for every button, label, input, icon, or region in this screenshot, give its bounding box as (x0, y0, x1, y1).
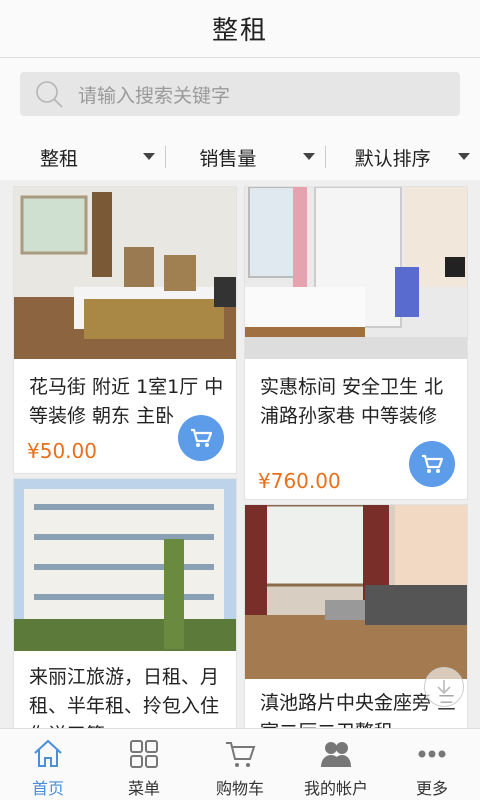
tab-menu-label: 菜单 (127, 779, 160, 798)
tab-cart[interactable]: 购物车 (192, 729, 288, 800)
search-bar-container: 请输入搜索关键字 (0, 58, 480, 134)
add-to-cart-button[interactable] (409, 441, 455, 487)
filter-sales[interactable]: 销售量 (165, 134, 324, 180)
more-icon (418, 750, 446, 758)
filter-rent-type[interactable]: 整租 (0, 134, 165, 180)
cart-icon (191, 428, 213, 447)
filter-sales-label: 销售量 (199, 147, 257, 170)
listing-photo (14, 479, 236, 651)
scroll-down-button[interactable] (424, 667, 464, 707)
listing-grid: 花马街 附近 1室1厅 中等装修 朝东 主卧 ¥50.00 实惠标间 安全卫生 … (0, 180, 480, 728)
filter-sort-label: 默认排序 (354, 147, 431, 170)
listing-price: ¥760.00 (258, 469, 341, 493)
filter-sort[interactable]: 默认排序 (324, 134, 480, 180)
chevron-down-icon (143, 153, 156, 160)
page-title: 整租 (211, 16, 268, 46)
tab-account[interactable]: 我的帐户 (288, 729, 384, 800)
listing-photo (14, 187, 236, 359)
tab-home[interactable]: 首页 (0, 729, 96, 800)
listing-card[interactable]: 花马街 附近 1室1厅 中等装修 朝东 主卧 ¥50.00 (13, 186, 237, 474)
cart-icon (422, 454, 444, 473)
tab-account-label: 我的帐户 (303, 779, 368, 798)
listing-title: 来丽江旅游，日租、月租、半年租、拎包入住你说了算 (29, 666, 220, 728)
filter-rent-type-label: 整租 (40, 147, 79, 170)
app-header: 整租 (0, 0, 480, 58)
tab-cart-label: 购物车 (215, 779, 264, 798)
search-icon (34, 79, 64, 109)
listing-photo (245, 505, 467, 679)
tab-more[interactable]: 更多 (384, 729, 480, 800)
cart-icon (226, 742, 256, 767)
chevron-down-icon (457, 153, 470, 160)
search-placeholder: 请输入搜索关键字 (78, 84, 231, 107)
tab-more-label: 更多 (415, 779, 448, 798)
listing-card[interactable]: 来丽江旅游，日租、月租、半年租、拎包入住你说了算 (13, 478, 237, 728)
home-icon (34, 739, 62, 767)
listing-photo (245, 187, 467, 359)
add-to-cart-button[interactable] (178, 415, 224, 461)
bottom-tab-bar: 首页 菜单 购物车 我的帐户 更多 (0, 728, 480, 800)
grid-icon (130, 740, 158, 768)
search-input[interactable]: 请输入搜索关键字 (20, 72, 460, 116)
filter-bar: 整租 销售量 默认排序 (0, 134, 480, 180)
arrow-down-icon (437, 680, 451, 695)
users-icon (321, 742, 351, 767)
listing-price: ¥50.00 (27, 439, 97, 463)
tab-menu[interactable]: 菜单 (96, 729, 192, 800)
listing-card[interactable]: 实惠标间 安全卫生 北浦路孙家巷 中等装修 ¥760.00 (244, 186, 468, 500)
tab-home-label: 首页 (31, 779, 64, 798)
chevron-down-icon (302, 153, 315, 160)
